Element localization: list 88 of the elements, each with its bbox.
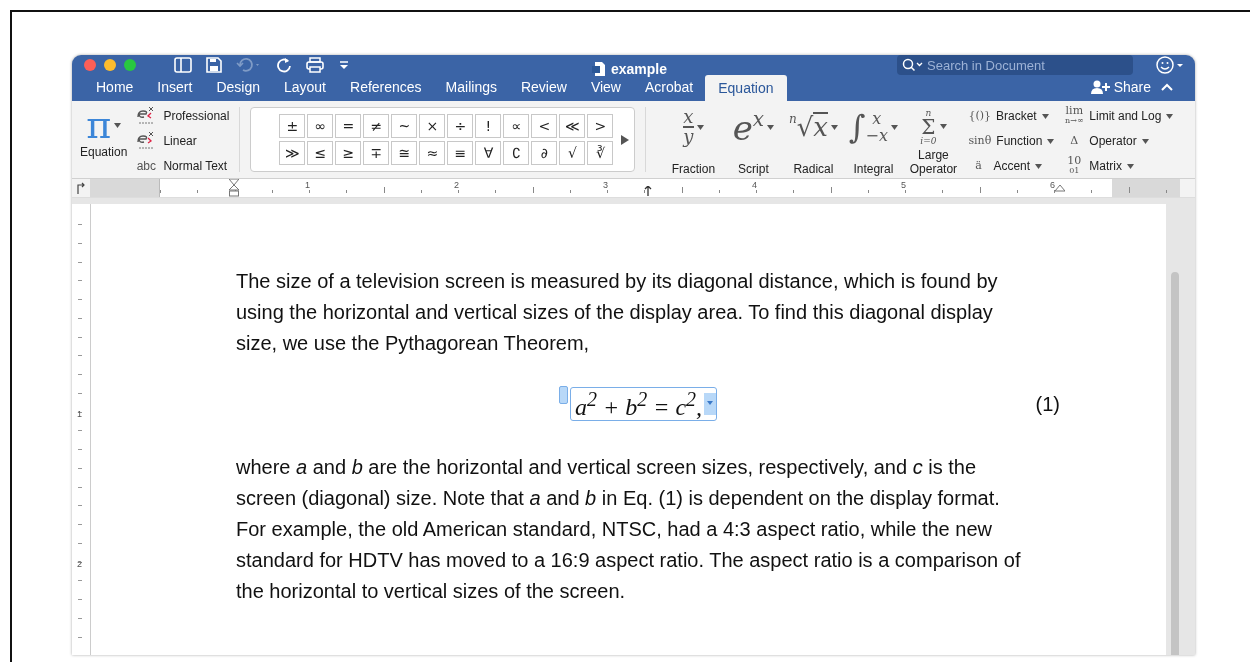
caret-icon	[939, 124, 947, 129]
symbol-button[interactable]: ∁	[503, 141, 530, 165]
document-icon	[592, 61, 606, 77]
conversion-button[interactable]: Professional	[135, 104, 230, 128]
share-button[interactable]: Share	[1090, 79, 1151, 95]
conversion-button[interactable]: Linear	[135, 129, 230, 153]
ruler-number: 1	[77, 409, 82, 419]
caret-icon	[1166, 113, 1174, 119]
symbol-button[interactable]: <	[531, 114, 558, 138]
structure-button[interactable]: e$^{x}$ Script	[724, 101, 783, 178]
equation-handle[interactable]	[559, 386, 568, 404]
symbol-button[interactable]: ∀	[475, 141, 502, 165]
ruler-number: 2	[454, 180, 459, 190]
symbol-button[interactable]: ≈	[419, 141, 446, 165]
structure-menu-button[interactable]: Δ Operator	[1064, 129, 1174, 153]
window-title: example	[611, 61, 668, 77]
conversion-button[interactable]: abc Normal Text	[135, 154, 230, 178]
body-paragraph: The size of a television screen is measured by its diagonal distance, which is found by using the horizontal and vertical sizes of the display area. To find this diagonal display size, we use the Pythagorean Theorem,	[236, 269, 999, 356]
indent-marker-icon[interactable]	[229, 179, 239, 197]
ruler-number: 1	[305, 180, 310, 190]
structure-button[interactable]: n Σ i=0 Large Operator	[904, 101, 963, 178]
symbol-button[interactable]: ≤	[307, 141, 334, 165]
symbol-button[interactable]: ≅	[391, 141, 418, 165]
scrollbar-thumb[interactable]	[1171, 272, 1179, 655]
zoom-button[interactable]	[124, 59, 136, 71]
tab-marker-icon[interactable]	[644, 186, 652, 196]
symbol-button[interactable]: ∂	[531, 141, 558, 165]
caret-icon	[114, 122, 122, 128]
print-icon[interactable]	[306, 57, 324, 73]
minimize-button[interactable]	[104, 59, 116, 71]
smiley-icon[interactable]	[1155, 55, 1185, 75]
symbol-button[interactable]: ~	[391, 114, 418, 138]
structure-menu-button[interactable]: {()} Bracket	[968, 104, 1055, 128]
ribbon-tab[interactable]: Equation	[705, 75, 787, 101]
symbol-button[interactable]: ≡	[447, 141, 474, 165]
ribbon-tab[interactable]: Design	[204, 75, 272, 101]
caret-icon	[890, 124, 898, 130]
structure-button[interactable]: x y Fraction	[664, 101, 723, 178]
ribbon-tab[interactable]: View	[578, 75, 633, 101]
redo-icon[interactable]	[276, 57, 292, 73]
symbol-button[interactable]: ∝	[503, 114, 530, 138]
symbol-button[interactable]: ∛	[587, 141, 614, 165]
symbol-button[interactable]: √	[559, 141, 586, 165]
structure-menu-button[interactable]: sinθ Function	[968, 129, 1055, 153]
caret-icon	[1041, 113, 1049, 119]
caret-icon	[1035, 163, 1043, 169]
tab-stop-icon[interactable]	[76, 182, 86, 194]
caret-icon	[1047, 138, 1055, 144]
add-person-icon	[1090, 80, 1111, 94]
collapse-ribbon-icon[interactable]	[1161, 82, 1173, 92]
sidebar-icon[interactable]	[174, 57, 192, 73]
ribbon-tab[interactable]: Review	[508, 75, 579, 101]
ribbon-tab[interactable]: References	[338, 75, 434, 101]
ruler-number: 6	[1050, 180, 1055, 190]
ribbon-tab[interactable]: Home	[84, 75, 146, 101]
symbol-button[interactable]: ≫	[279, 141, 306, 165]
symbol-button[interactable]: ×	[419, 114, 446, 138]
symbol-button[interactable]: ≪	[559, 114, 586, 138]
equation-field[interactable]: a$^{2}$ + b$^{2}$ = c$^{2}$,	[570, 387, 718, 421]
symbol-button[interactable]: !	[475, 114, 502, 138]
ruler-number: 5	[901, 180, 906, 190]
caret-icon	[696, 124, 704, 130]
symbol-button[interactable]: >	[587, 114, 614, 138]
body-paragraph: where a and b are the horizontal and vertical screen sizes, respectively, and c is the screen (diagonal) size. Note that a and b in Eq. (1) is dependent on the display format. For example, the old American standard, NTSC, had a 4:3 aspect ratio, while the new standard for HDTV has moved to a 16:9 aspect ratio. The aspect ratio is a comparison of the horizontal to vertical sizes of the screen.	[236, 455, 1022, 604]
caret-icon	[830, 124, 838, 130]
symbol-button[interactable]: ∞	[307, 114, 334, 138]
symbol-button[interactable]: ≥	[335, 141, 362, 165]
equation-number: (1)	[1035, 392, 1060, 416]
symbol-button[interactable]: ÷	[447, 114, 474, 138]
save-icon[interactable]	[206, 57, 222, 73]
symbol-button[interactable]: ≠	[363, 114, 390, 138]
customize-caret-icon[interactable]	[338, 59, 350, 71]
ruler-number: 3	[603, 180, 608, 190]
symbol-button[interactable]: ∓	[363, 141, 390, 165]
search-field[interactable]: Search in Document	[897, 55, 1133, 75]
ribbon-tab[interactable]: Insert	[145, 75, 205, 101]
ruler-number: 2	[77, 559, 82, 569]
equation-button[interactable]: π Equation	[78, 101, 130, 178]
structure-menu-button[interactable]: ä Accent	[968, 154, 1055, 178]
caret-icon	[767, 124, 775, 130]
symbol-button[interactable]: ±	[279, 114, 306, 138]
ribbon-tab[interactable]: Layout	[271, 75, 338, 101]
ruler-number: 4	[752, 180, 757, 190]
caret-icon	[1127, 163, 1134, 169]
ribbon-tab[interactable]: Mailings	[433, 75, 509, 101]
symbol-button[interactable]: =	[335, 114, 362, 138]
more-symbols-icon[interactable]	[621, 134, 630, 145]
caret-icon	[1141, 138, 1149, 144]
